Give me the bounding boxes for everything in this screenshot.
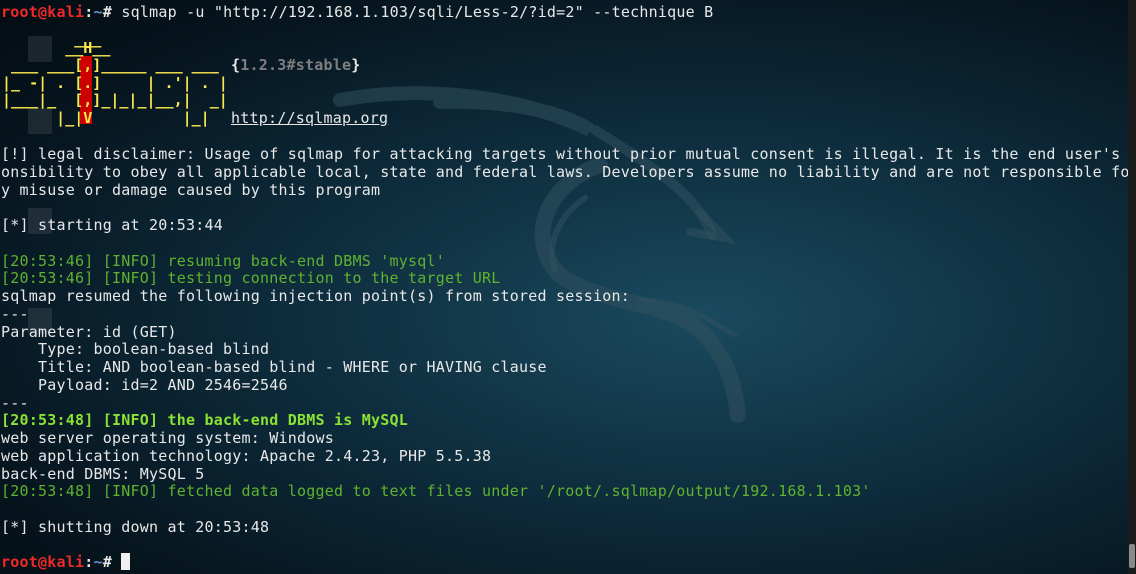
prompt-path: ~	[93, 3, 103, 21]
output-line: y misuse or damage caused by this progra…	[1, 181, 381, 199]
output-line: ---	[1, 305, 29, 323]
output-line: [*] starting at 20:53:44	[1, 216, 224, 234]
current-prompt-line[interactable]: root@kali:~#	[1, 553, 131, 571]
output-line: ---	[1, 394, 29, 412]
output-line: sqlmap resumed the following injection p…	[1, 287, 631, 305]
output-line: web server operating system: Windows	[1, 429, 335, 447]
output-line: [*] shutting down at 20:53:48	[1, 518, 270, 536]
prompt-path: ~	[93, 553, 103, 571]
prompt-symbol: #	[102, 553, 122, 571]
prompt-separator: :	[84, 3, 94, 21]
version-open-brace: {	[231, 56, 241, 74]
version-text: 1.2.3#stable	[240, 56, 352, 74]
sqlmap-ascii-banner: ___ __H__ ___ ___[,]_____ ___ ___ |_ -| …	[2, 30, 228, 130]
text-cursor	[121, 553, 131, 570]
output-line: [20:53:46] [INFO] resuming back-end DBMS…	[1, 252, 446, 270]
banner-row: ___ ___[,]_____ ___ ___	[2, 56, 219, 74]
output-line: [20:53:48] [INFO] the back-end DBMS is M…	[1, 411, 409, 429]
prompt-separator: :	[84, 553, 94, 571]
output-line: [20:53:46] [INFO] testing connection to …	[1, 269, 501, 287]
terminal-scrollbar[interactable]	[1128, 0, 1136, 574]
output-line: back-end DBMS: MySQL 5	[1, 465, 205, 483]
version-line: {1.2.3#stable}	[231, 56, 361, 74]
banner-row: |_|V |_|	[2, 109, 210, 127]
terminal-window[interactable]: root@kali:~# sqlmap -u "http://192.168.1…	[0, 0, 1136, 574]
output-line: Parameter: id (GET)	[1, 323, 177, 341]
command-line: root@kali:~# sqlmap -u "http://192.168.1…	[1, 3, 713, 21]
sqlmap-url-link[interactable]: http://sqlmap.org	[231, 109, 388, 127]
output-line: onsibility to obey all applicable local,…	[1, 163, 1136, 181]
prompt-symbol: #	[102, 3, 122, 21]
banner-row: __H__	[2, 39, 111, 57]
output-line: Title: AND boolean-based blind - WHERE o…	[1, 358, 547, 376]
prompt-user-host: root@kali	[1, 553, 85, 571]
output-line: Type: boolean-based blind	[1, 340, 270, 358]
output-line: [!] legal disclaimer: Usage of sqlmap fo…	[1, 145, 1136, 163]
version-close-brace: }	[351, 56, 361, 74]
command-text: sqlmap -u "http://192.168.1.103/sqli/Les…	[121, 3, 714, 21]
output-line: web application technology: Apache 2.4.2…	[1, 447, 492, 465]
output-line: Payload: id=2 AND 2546=2546	[1, 376, 288, 394]
prompt-user-host: root@kali	[1, 3, 85, 21]
banner-row: |_ -| . [.] | .'| . |	[2, 74, 228, 92]
banner-row: |___|_ [,]_|_|_|__,| _|	[2, 91, 228, 109]
scrollbar-thumb[interactable]	[1129, 544, 1135, 568]
output-line: [20:53:48] [INFO] fetched data logged to…	[1, 482, 871, 500]
